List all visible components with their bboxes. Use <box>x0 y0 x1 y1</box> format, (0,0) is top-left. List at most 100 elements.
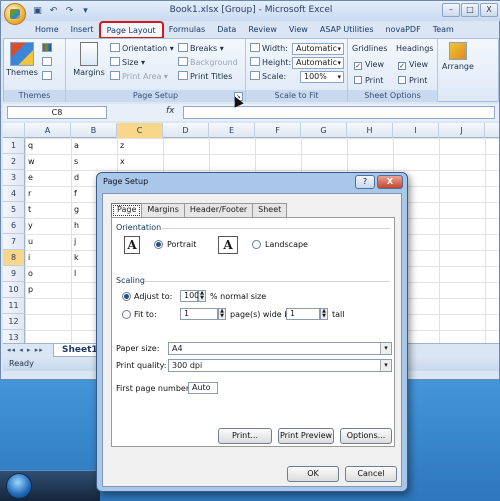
column-header[interactable]: G <box>301 123 347 138</box>
minimize-button[interactable]: – <box>442 3 460 17</box>
column-header[interactable]: H <box>347 123 393 138</box>
row-header-active[interactable]: 8 <box>3 250 25 266</box>
column-header-active[interactable]: C <box>117 123 163 138</box>
cell[interactable]: r <box>25 186 31 202</box>
tab-review[interactable]: Review <box>242 22 283 38</box>
size-button[interactable]: Size ▾ <box>110 57 145 69</box>
cell[interactable]: e <box>25 170 33 186</box>
tab-data[interactable]: Data <box>211 22 242 38</box>
row-header[interactable]: 11 <box>3 298 25 314</box>
cell[interactable]: i <box>25 250 30 266</box>
headings-print-checkbox[interactable]: Print <box>398 75 427 87</box>
cell[interactable]: l <box>71 266 76 282</box>
margins-button[interactable]: Margins <box>72 42 106 77</box>
row-header[interactable]: 3 <box>3 170 25 186</box>
row-header[interactable]: 5 <box>3 202 25 218</box>
column-header[interactable]: J <box>439 123 485 138</box>
cell[interactable]: a <box>71 138 79 154</box>
sheet-nav-arrows-icon[interactable]: ◂◂ ◂ ▸ ▸▸ <box>7 346 44 354</box>
formula-input[interactable] <box>183 106 495 119</box>
cell[interactable]: h <box>71 218 79 234</box>
column-header[interactable]: D <box>163 123 209 138</box>
windows-start-icon[interactable] <box>6 473 32 499</box>
tab-insert[interactable]: Insert <box>65 22 100 38</box>
cell[interactable]: o <box>25 266 33 282</box>
help-button[interactable]: ? <box>355 175 375 189</box>
column-header[interactable]: A <box>25 123 71 138</box>
tab-sheet[interactable]: Sheet <box>252 203 288 217</box>
row-header[interactable]: 2 <box>3 154 25 170</box>
tab-home[interactable]: Home <box>29 22 65 38</box>
close-button[interactable]: X <box>480 3 498 17</box>
tab-team[interactable]: Team <box>427 22 460 38</box>
tab-margins[interactable]: Margins <box>141 203 185 217</box>
breaks-button[interactable]: Breaks ▾ <box>178 43 224 55</box>
tab-header-footer[interactable]: Header/Footer <box>183 203 254 217</box>
row-header[interactable]: 10 <box>3 282 25 298</box>
themes-button[interactable]: Themes <box>6 42 38 77</box>
row-header[interactable]: 1 <box>3 138 25 154</box>
tab-asap-utilities[interactable]: ASAP Utilities <box>314 22 380 38</box>
cell[interactable]: x <box>117 154 125 170</box>
maximize-button[interactable]: □ <box>461 3 479 17</box>
gridlines-print-checkbox[interactable]: Print <box>354 75 383 87</box>
paper-size-select[interactable]: A4 <box>168 342 392 355</box>
fit-wide-spinner-icon[interactable]: ▲ ▼ <box>218 308 226 320</box>
select-all-corner[interactable] <box>3 123 25 138</box>
cell[interactable]: s <box>71 154 78 170</box>
gridlines-view-checkbox[interactable]: ✓ View <box>354 59 384 71</box>
print-preview-button[interactable]: Print Preview <box>278 428 334 444</box>
cell[interactable]: y <box>25 218 33 234</box>
arrange-button[interactable]: Arrange <box>440 42 476 71</box>
print-button[interactable]: Print... <box>218 428 272 444</box>
scale-input[interactable]: 100% <box>300 71 344 83</box>
fx-icon[interactable]: fx <box>166 106 175 116</box>
fit-wide-input[interactable]: 1 <box>180 308 218 320</box>
fit-tall-spinner-icon[interactable]: ▲ ▼ <box>320 308 328 320</box>
cell[interactable]: u <box>25 234 33 250</box>
row-header[interactable]: 6 <box>3 218 25 234</box>
orientation-button[interactable]: Orientation ▾ <box>110 43 174 55</box>
fit-to-radio[interactable] <box>122 310 131 319</box>
row-header[interactable]: 7 <box>3 234 25 250</box>
background-button[interactable]: Background <box>178 57 238 69</box>
fit-tall-input[interactable]: 1 <box>286 308 320 320</box>
adjust-to-input[interactable]: 100 <box>180 290 199 302</box>
theme-fonts-button[interactable] <box>42 57 54 69</box>
adjust-to-radio[interactable] <box>122 292 131 301</box>
cell[interactable]: z <box>117 138 124 154</box>
tab-novapdf[interactable]: novaPDF <box>380 22 427 38</box>
column-header[interactable]: E <box>209 123 255 138</box>
column-header[interactable]: I <box>393 123 439 138</box>
row-header[interactable]: 9 <box>3 266 25 282</box>
height-select[interactable]: Automatic <box>292 57 344 69</box>
column-header[interactable]: F <box>255 123 301 138</box>
cell[interactable]: j <box>71 234 76 250</box>
office-button[interactable] <box>4 3 26 25</box>
cell[interactable]: p <box>25 282 33 298</box>
headings-view-checkbox[interactable]: ✓ View <box>398 59 428 71</box>
cell[interactable]: d <box>71 170 79 186</box>
theme-colors-button[interactable] <box>42 43 54 55</box>
row-header[interactable]: 12 <box>3 314 25 330</box>
portrait-radio[interactable] <box>154 240 163 249</box>
row-header[interactable]: 13 <box>3 330 25 343</box>
theme-effects-button[interactable] <box>42 71 54 83</box>
cell[interactable]: f <box>71 186 77 202</box>
tab-view[interactable]: View <box>283 22 314 38</box>
dialog-close-button[interactable]: X <box>377 175 403 189</box>
cell[interactable]: w <box>25 154 35 170</box>
cell[interactable]: k <box>71 250 79 266</box>
cell[interactable]: g <box>71 202 79 218</box>
cell[interactable]: t <box>25 202 31 218</box>
print-titles-button[interactable]: Print Titles <box>178 71 232 83</box>
landscape-radio[interactable] <box>252 240 261 249</box>
cancel-button[interactable]: Cancel <box>345 466 397 482</box>
cell[interactable]: q <box>25 138 33 154</box>
tab-formulas[interactable]: Formulas <box>163 22 212 38</box>
adjust-spinner-icon[interactable]: ▲ ▼ <box>198 290 206 302</box>
row-header[interactable]: 4 <box>3 186 25 202</box>
print-quality-select[interactable]: 300 dpi <box>168 359 392 372</box>
print-area-button[interactable]: Print Area ▾ <box>110 71 168 83</box>
column-header[interactable]: B <box>71 123 117 138</box>
